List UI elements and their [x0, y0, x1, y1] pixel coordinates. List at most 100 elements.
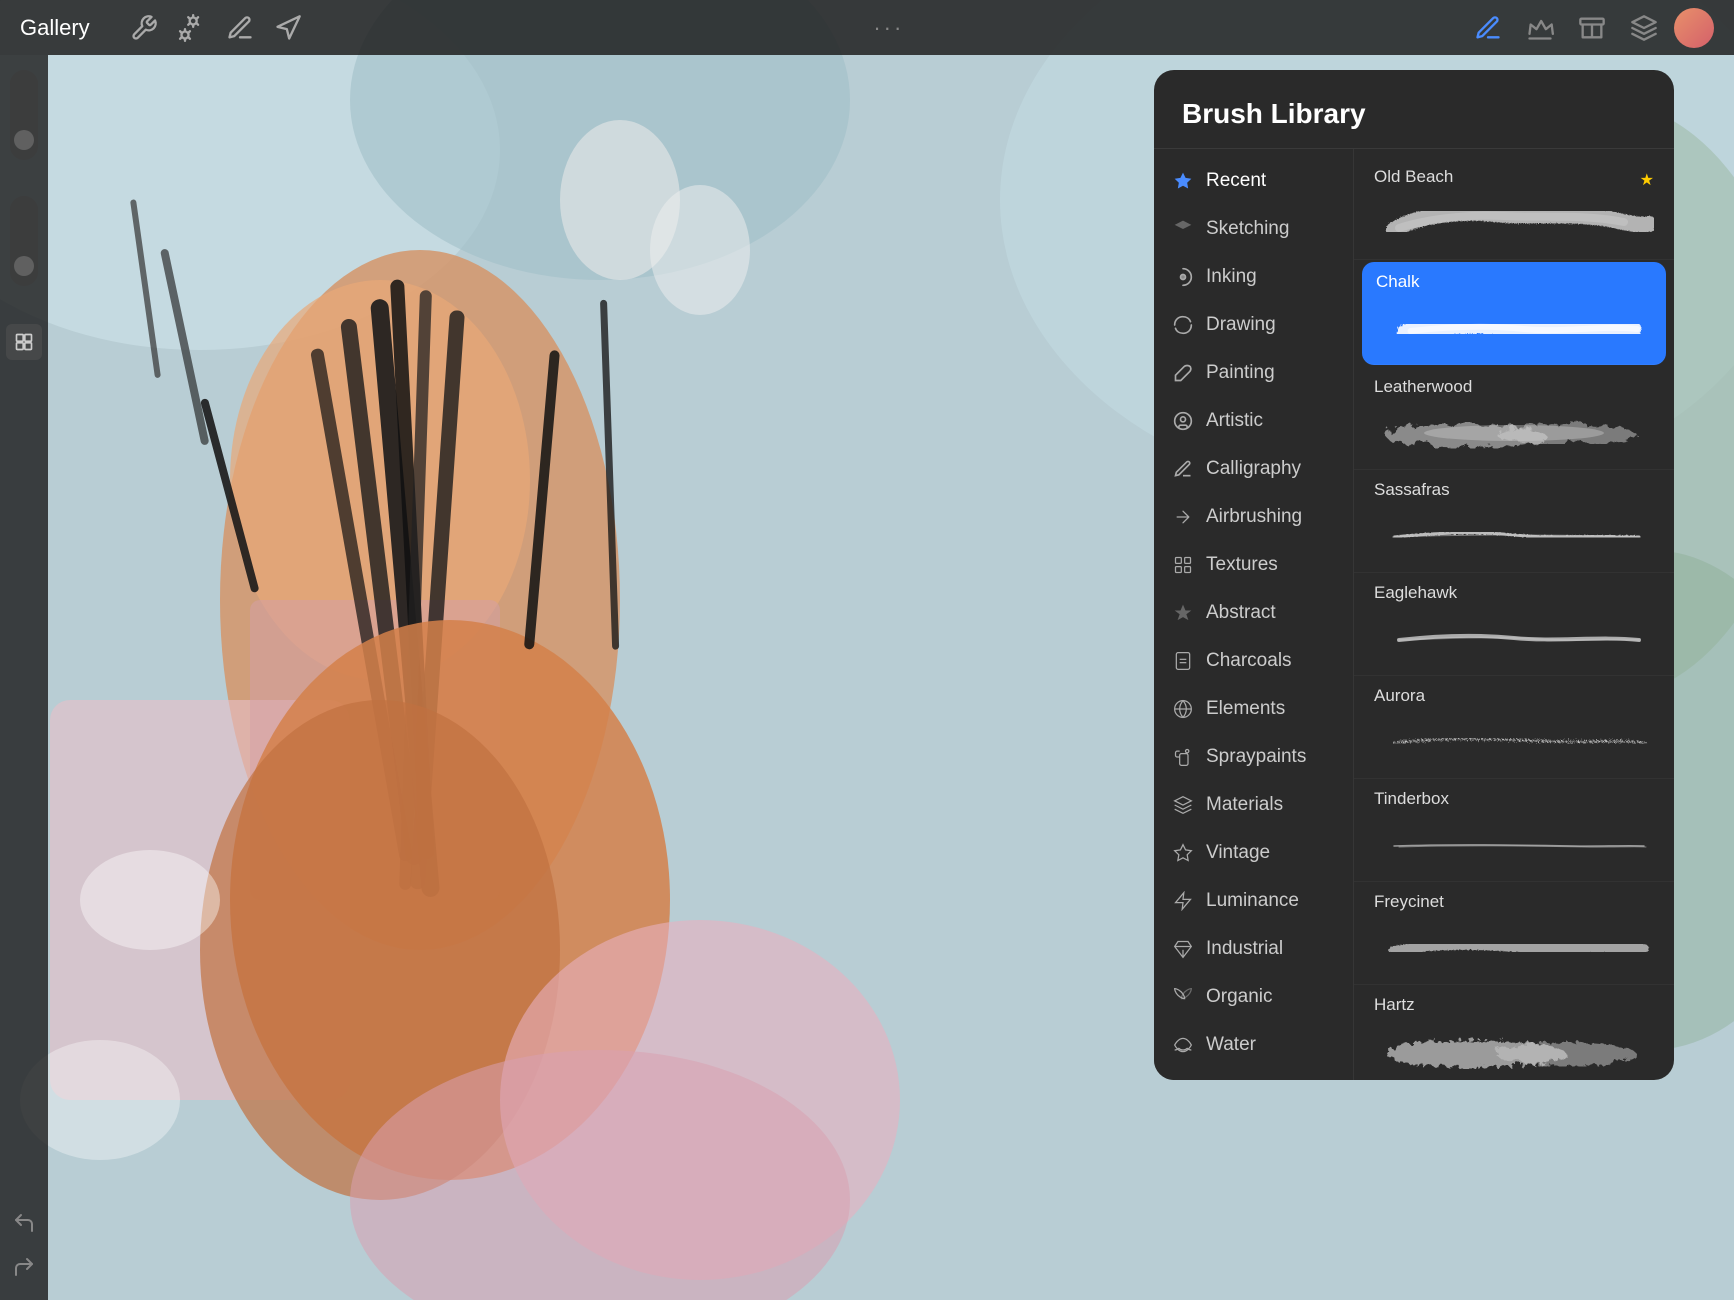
artistic-category-label: Artistic [1206, 410, 1263, 432]
user-avatar[interactable] [1674, 8, 1714, 48]
category-item-luminance[interactable]: Luminance [1154, 877, 1353, 925]
brush-item-old-beach[interactable]: Old Beach ★ [1354, 157, 1674, 260]
brush-preview-sassafras [1374, 512, 1654, 562]
recent-category-icon [1172, 170, 1194, 192]
artistic-category-icon [1172, 410, 1194, 432]
category-item-inking[interactable]: Inking [1154, 253, 1353, 301]
industrial-category-icon [1172, 938, 1194, 960]
category-item-materials[interactable]: Materials [1154, 781, 1353, 829]
brush-library-body: Recent Sketching Inking Drawing Painting Arti… [1154, 149, 1674, 1080]
category-item-textures[interactable]: Textures [1154, 541, 1353, 589]
layers-button[interactable] [1622, 6, 1666, 50]
materials-category-icon [1172, 794, 1194, 816]
spraypaints-category-icon [1172, 746, 1194, 768]
more-options-button[interactable]: ··· [873, 15, 904, 41]
eraser-tool-button[interactable] [1570, 6, 1614, 50]
brush-item-tinderbox[interactable]: Tinderbox [1354, 779, 1674, 882]
luminance-category-icon [1172, 890, 1194, 912]
category-item-water[interactable]: Water [1154, 1021, 1353, 1069]
airbrushing-category-icon [1172, 506, 1194, 528]
spraypaints-category-label: Spraypaints [1206, 746, 1306, 768]
brush-name-sassafras: Sassafras [1374, 480, 1450, 500]
brush-item-aurora[interactable]: Aurora [1354, 676, 1674, 779]
industrial-category-label: Industrial [1206, 938, 1283, 960]
smudge-tool-icon[interactable] [220, 8, 260, 48]
brush-size-slider[interactable] [10, 70, 38, 160]
brush-preview-hartz [1374, 1027, 1654, 1077]
elements-category-icon [1172, 698, 1194, 720]
sketching-category-label: Sketching [1206, 218, 1289, 240]
undo-button[interactable] [6, 1205, 42, 1241]
brush-name-aurora: Aurora [1374, 686, 1425, 706]
organic-category-label: Organic [1206, 986, 1273, 1008]
charcoals-category-icon [1172, 650, 1194, 672]
nav-tool-icon[interactable] [268, 8, 308, 48]
inking-category-icon [1172, 266, 1194, 288]
redo-button[interactable] [6, 1249, 42, 1285]
brush-item-freycinet[interactable]: Freycinet [1354, 882, 1674, 985]
category-item-industrial[interactable]: Industrial [1154, 925, 1353, 973]
category-item-vintage[interactable]: Vintage [1154, 829, 1353, 877]
brush-fav-old-beach[interactable]: ★ [1640, 170, 1654, 190]
topbar-right [1466, 6, 1714, 50]
charcoals-category-label: Charcoals [1206, 650, 1292, 672]
brush-item-sassafras[interactable]: Sassafras [1354, 470, 1674, 573]
vintage-category-icon [1172, 842, 1194, 864]
airbrushing-category-label: Airbrushing [1206, 506, 1302, 528]
brush-list: Old Beach ★ Chalk Leatherwood Sassafras E… [1354, 149, 1674, 1080]
category-item-organic[interactable]: Organic [1154, 973, 1353, 1021]
brush-item-chalk[interactable]: Chalk [1362, 262, 1666, 365]
brush-library-title: Brush Library [1182, 98, 1366, 129]
wrench-tool-icon[interactable] [124, 8, 164, 48]
drawing-category-icon [1172, 314, 1194, 336]
luminance-category-label: Luminance [1206, 890, 1299, 912]
brush-preview-leatherwood [1374, 409, 1654, 459]
category-item-recent[interactable]: Recent [1154, 157, 1353, 205]
gallery-button[interactable]: Gallery [20, 15, 90, 41]
brush-name-eaglehawk: Eaglehawk [1374, 583, 1457, 603]
category-item-abstract[interactable]: Abstract [1154, 589, 1353, 637]
ink-tool-button[interactable] [1518, 6, 1562, 50]
adjust-tool-icon[interactable] [172, 8, 212, 48]
sketching-category-icon [1172, 218, 1194, 240]
brush-preview-freycinet [1374, 924, 1654, 974]
brush-library-header: Brush Library [1154, 70, 1674, 149]
recent-category-label: Recent [1206, 170, 1266, 192]
painting-category-icon [1172, 362, 1194, 384]
left-sidebar [0, 55, 48, 1300]
water-category-icon [1172, 1034, 1194, 1056]
pencil-tool-button[interactable] [1466, 6, 1510, 50]
category-item-sketching[interactable]: Sketching [1154, 205, 1353, 253]
category-item-drawing[interactable]: Drawing [1154, 301, 1353, 349]
painting-category-label: Painting [1206, 362, 1275, 384]
brush-name-tinderbox: Tinderbox [1374, 789, 1449, 809]
category-item-calligraphy[interactable]: Calligraphy [1154, 445, 1353, 493]
brush-preview-aurora [1374, 718, 1654, 768]
brush-name-freycinet: Freycinet [1374, 892, 1444, 912]
topbar: Gallery [0, 0, 1734, 55]
brush-preview-eaglehawk [1374, 615, 1654, 665]
brush-name-old-beach: Old Beach [1374, 167, 1453, 187]
materials-category-label: Materials [1206, 794, 1283, 816]
abstract-category-icon [1172, 602, 1194, 624]
category-item-painting[interactable]: Painting [1154, 349, 1353, 397]
category-item-charcoals[interactable]: Charcoals [1154, 637, 1353, 685]
elements-category-label: Elements [1206, 698, 1285, 720]
category-item-artistic[interactable]: Artistic [1154, 397, 1353, 445]
textures-category-label: Textures [1206, 554, 1278, 576]
brush-preview-old-beach [1374, 199, 1654, 249]
brush-item-eaglehawk[interactable]: Eaglehawk [1354, 573, 1674, 676]
brush-preview-tinderbox [1374, 821, 1654, 871]
brush-item-hartz[interactable]: Hartz [1354, 985, 1674, 1080]
brush-item-leatherwood[interactable]: Leatherwood [1354, 367, 1674, 470]
color-picker-button[interactable] [6, 324, 42, 360]
textures-category-icon [1172, 554, 1194, 576]
water-category-label: Water [1206, 1034, 1256, 1056]
brush-name-chalk: Chalk [1376, 272, 1419, 292]
drawing-category-label: Drawing [1206, 314, 1276, 336]
opacity-slider[interactable] [10, 196, 38, 286]
category-item-airbrushing[interactable]: Airbrushing [1154, 493, 1353, 541]
category-item-elements[interactable]: Elements [1154, 685, 1353, 733]
calligraphy-category-icon [1172, 458, 1194, 480]
category-item-spraypaints[interactable]: Spraypaints [1154, 733, 1353, 781]
